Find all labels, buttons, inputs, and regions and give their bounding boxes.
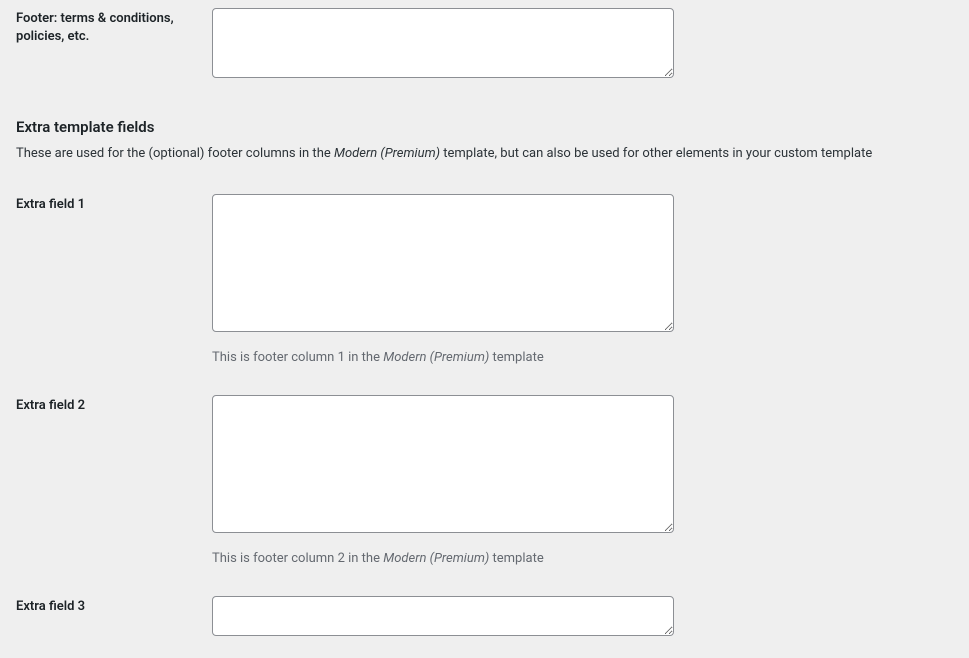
helper1-after: template	[489, 350, 543, 365]
helper-extra-field-1: This is footer column 1 in the Modern (P…	[212, 350, 674, 365]
label-extra-field-1: Extra field 1	[16, 194, 212, 214]
label-extra-field-3: Extra field 3	[16, 596, 212, 616]
field-extra-field-1: This is footer column 1 in the Modern (P…	[212, 194, 674, 365]
helper2-before: This is footer column 2 in the	[212, 551, 383, 566]
label-footer-terms: Footer: terms & conditions, policies, et…	[16, 8, 212, 46]
desc-text-em: Modern (Premium)	[334, 146, 440, 161]
extra-template-fields-description: These are used for the (optional) footer…	[16, 144, 953, 164]
helper2-em: Modern (Premium)	[383, 551, 489, 566]
helper2-after: template	[489, 551, 543, 566]
field-extra-field-2: This is footer column 2 in the Modern (P…	[212, 395, 674, 566]
textarea-extra-field-2[interactable]	[212, 395, 674, 533]
row-extra-field-2: Extra field 2 This is footer column 2 in…	[16, 395, 953, 566]
textarea-extra-field-3[interactable]	[212, 596, 674, 636]
textarea-footer-terms[interactable]	[212, 8, 674, 78]
desc-text-after: template, but can also be used for other…	[440, 146, 872, 161]
helper1-before: This is footer column 1 in the	[212, 350, 383, 365]
field-footer-terms	[212, 8, 674, 82]
helper1-em: Modern (Premium)	[383, 350, 489, 365]
textarea-extra-field-1[interactable]	[212, 194, 674, 332]
row-extra-field-1: Extra field 1 This is footer column 1 in…	[16, 194, 953, 365]
row-footer-terms: Footer: terms & conditions, policies, et…	[16, 8, 953, 82]
extra-template-fields-heading: Extra template fields	[16, 118, 953, 136]
label-extra-field-2: Extra field 2	[16, 395, 212, 415]
desc-text-before: These are used for the (optional) footer…	[16, 146, 334, 161]
helper-extra-field-2: This is footer column 2 in the Modern (P…	[212, 551, 674, 566]
